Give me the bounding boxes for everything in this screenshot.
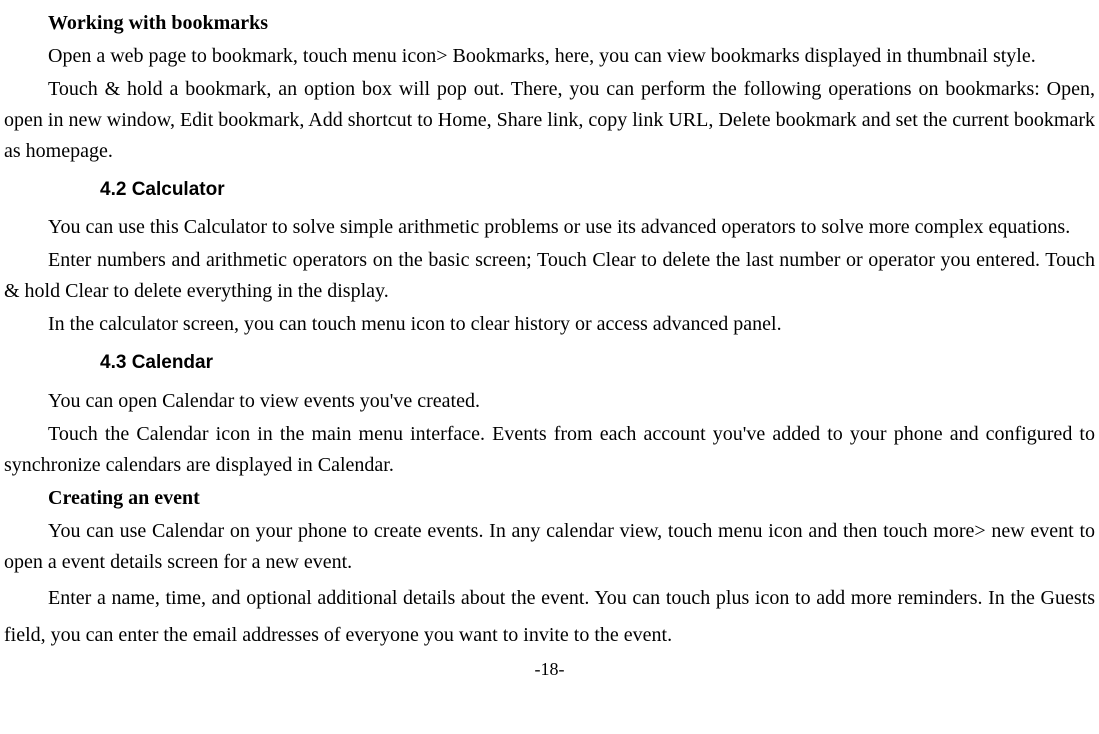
bookmarks-heading: Working with bookmarks [4, 8, 1095, 39]
section-4-2-heading: 4.2 Calculator [100, 175, 1095, 204]
calculator-paragraph-3: In the calculator screen, you can touch … [4, 309, 1095, 340]
calendar-paragraph-1: You can open Calendar to view events you… [4, 386, 1095, 417]
page-number: -18- [4, 656, 1095, 684]
bookmarks-paragraph-2: Touch & hold a bookmark, an option box w… [4, 74, 1095, 167]
calculator-paragraph-2: Enter numbers and arithmetic operators o… [4, 245, 1095, 307]
calendar-paragraph-3: You can use Calendar on your phone to cr… [4, 516, 1095, 578]
section-4-3-heading: 4.3 Calendar [100, 348, 1095, 377]
calculator-paragraph-1: You can use this Calculator to solve sim… [4, 212, 1095, 243]
creating-event-subheading: Creating an event [4, 483, 1095, 514]
bookmarks-paragraph-1: Open a web page to bookmark, touch menu … [4, 41, 1095, 72]
document-page: Working with bookmarks Open a web page t… [0, 8, 1099, 684]
calendar-paragraph-2: Touch the Calendar icon in the main menu… [4, 419, 1095, 481]
calendar-paragraph-4: Enter a name, time, and optional additio… [4, 580, 1095, 654]
